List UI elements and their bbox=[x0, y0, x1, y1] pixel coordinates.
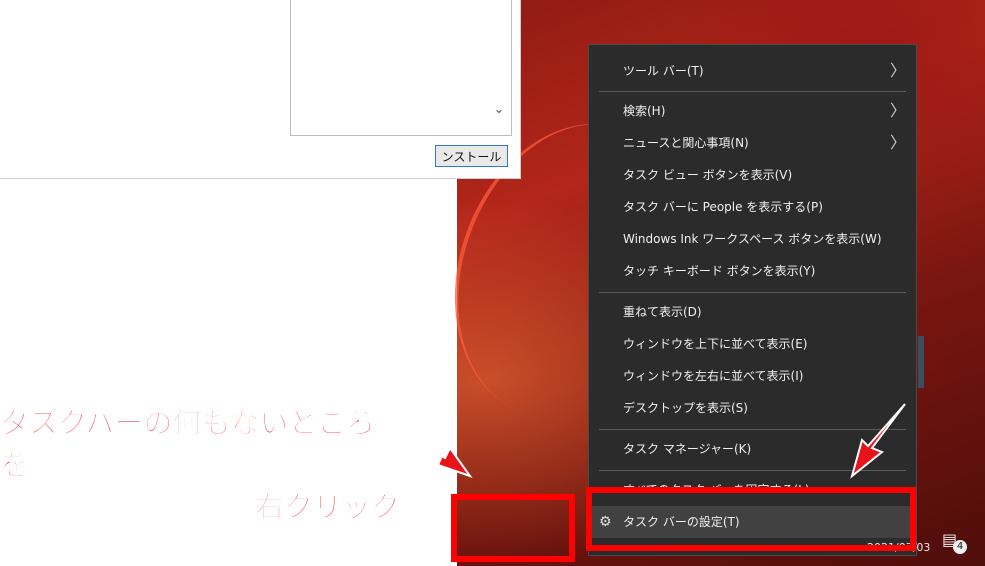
annotation-arrow-left bbox=[404, 431, 473, 478]
annotation-arrows bbox=[404, 403, 906, 479]
annotation-highlight-taskbar-settings bbox=[586, 487, 916, 551]
annotation-highlight-empty-taskbar bbox=[451, 494, 575, 562]
annotation-arrow-right bbox=[850, 403, 906, 479]
